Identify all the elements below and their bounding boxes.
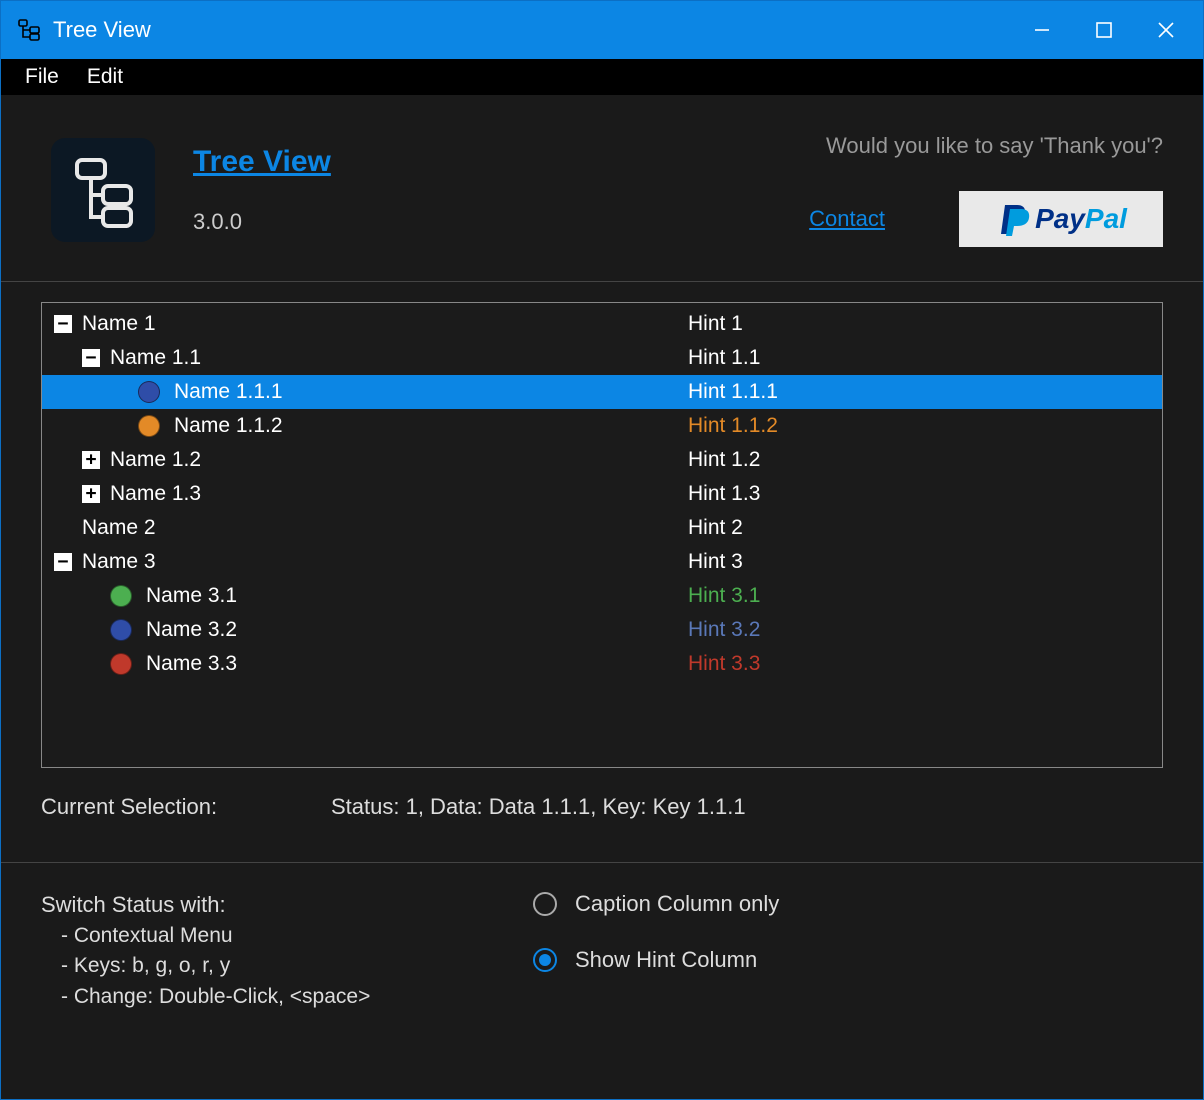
tree-row[interactable]: −Name 3 Hint 3: [42, 545, 1162, 579]
close-button[interactable]: [1135, 8, 1197, 52]
tree-node-hint: Hint 3.2: [688, 618, 760, 641]
collapse-icon[interactable]: −: [54, 553, 72, 571]
radio-icon: [533, 892, 557, 916]
tree-node-hint: Hint 1.3: [688, 482, 760, 505]
tree-node-hint: Hint 1.2: [688, 448, 760, 471]
tree-node-name: Name 1: [82, 312, 156, 336]
radio-icon: [533, 948, 557, 972]
help-line-3: - Change: Double-Click, <space>: [41, 982, 533, 1012]
selection-value: Status: 1, Data: Data 1.1.1, Key: Key 1.…: [331, 794, 746, 820]
status-dot-icon: [110, 653, 132, 675]
selection-label: Current Selection:: [41, 794, 331, 820]
tree-node-name: Name 3.2: [146, 618, 237, 642]
tree-row[interactable]: −Name 1.1 Hint 1.1: [42, 341, 1162, 375]
tree-row[interactable]: Name 3.3 Hint 3.3: [42, 647, 1162, 681]
tree-view[interactable]: −Name 1Hint 1−Name 1.1Hint 1.1Name 1.1.1…: [41, 302, 1163, 768]
radio-caption-only[interactable]: Caption Column only: [533, 891, 779, 917]
tree-node-name: Name 1.3: [110, 482, 201, 506]
tree-node-hint: Hint 3.3: [688, 652, 760, 675]
paypal-button[interactable]: PayPal: [959, 191, 1163, 247]
status-dot-icon: [110, 619, 132, 641]
help-line-2: - Keys: b, g, o, r, y: [41, 951, 533, 981]
tree-row[interactable]: + Name 1.2 Hint 1.2: [42, 443, 1162, 477]
app-icon: [51, 138, 155, 242]
status-dot-icon: [138, 415, 160, 437]
tree-node-name: Name 3: [82, 550, 156, 574]
tree-node-hint: Hint 1.1: [688, 346, 760, 369]
radio-show-hint[interactable]: Show Hint Column: [533, 947, 779, 973]
expand-icon[interactable]: +: [82, 451, 100, 469]
app-title-link[interactable]: Tree View: [193, 145, 331, 179]
help-line-1: - Contextual Menu: [41, 921, 533, 951]
tree-node-name: Name 1.1: [110, 346, 201, 370]
tree-node-name: Name 3.3: [146, 652, 237, 676]
expand-icon[interactable]: +: [82, 485, 100, 503]
paypal-text-pal: Pal: [1085, 203, 1127, 234]
collapse-icon[interactable]: −: [54, 315, 72, 333]
status-dot-icon: [110, 585, 132, 607]
window-title: Tree View: [53, 17, 1011, 43]
menu-edit[interactable]: Edit: [73, 61, 137, 93]
radio-label: Show Hint Column: [575, 947, 757, 973]
paypal-icon: [995, 199, 1035, 239]
tree-node-hint: Hint 1: [688, 312, 743, 335]
app-version: 3.0.0: [193, 209, 331, 235]
menubar: File Edit: [1, 59, 1203, 95]
menu-file[interactable]: File: [11, 61, 73, 93]
tree-node-name: Name 1.1.2: [174, 414, 283, 438]
paypal-text-pay: Pay: [1035, 203, 1085, 234]
tree-row[interactable]: −Name 1 Hint 1: [42, 307, 1162, 341]
collapse-icon[interactable]: −: [82, 349, 100, 367]
maximize-button[interactable]: [1073, 8, 1135, 52]
radio-label: Caption Column only: [575, 891, 779, 917]
tree-node-hint: Hint 1.1.1: [688, 380, 778, 403]
tree-node-hint: Hint 2: [688, 516, 743, 539]
tree-row[interactable]: Name 1.1.2 Hint 1.1.2: [42, 409, 1162, 443]
tree-node-hint: Hint 3: [688, 550, 743, 573]
tree-node-hint: Hint 3.1: [688, 584, 760, 607]
tree-row[interactable]: Name 3.2 Hint 3.2: [42, 613, 1162, 647]
tree-row[interactable]: Name 3.1 Hint 3.1: [42, 579, 1162, 613]
status-dot-icon: [138, 381, 160, 403]
tree-node-name: Name 2: [82, 516, 156, 540]
tree-node-name: Name 1.1.1: [174, 380, 283, 404]
thankyou-text: Would you like to say 'Thank you'?: [826, 133, 1163, 159]
tree-row[interactable]: + Name 1.3 Hint 1.3: [42, 477, 1162, 511]
app-small-icon: [15, 16, 43, 44]
minimize-button[interactable]: [1011, 8, 1073, 52]
tree-node-hint: Hint 1.1.2: [688, 414, 778, 437]
tree-row[interactable]: Name 2 Hint 2: [42, 511, 1162, 545]
help-title: Switch Status with:: [41, 889, 533, 921]
header-panel: Tree View 3.0.0 Would you like to say 'T…: [1, 99, 1203, 282]
titlebar: Tree View: [1, 1, 1203, 59]
tree-row[interactable]: Name 1.1.1 Hint 1.1.1: [42, 375, 1162, 409]
contact-link[interactable]: Contact: [809, 206, 885, 232]
tree-node-name: Name 3.1: [146, 584, 237, 608]
tree-node-name: Name 1.2: [110, 448, 201, 472]
